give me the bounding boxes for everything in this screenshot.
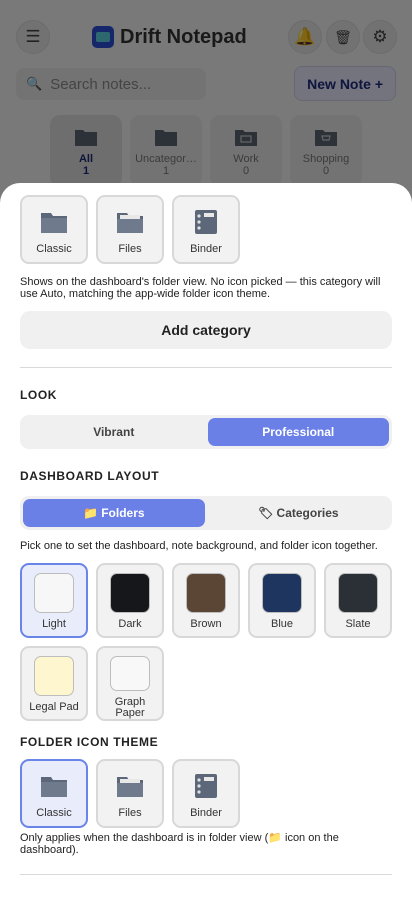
theme-option-brown[interactable]: Brown bbox=[172, 563, 240, 638]
theme-label: Dark bbox=[118, 618, 142, 630]
theme-label: Legal Pad bbox=[29, 701, 79, 713]
theme-swatch bbox=[34, 573, 74, 613]
theme-swatch bbox=[34, 656, 74, 696]
theme-option-slate[interactable]: Slate bbox=[324, 563, 392, 638]
theme-swatch bbox=[186, 573, 226, 613]
folder-icon-theme-help: Only applies when the dashboard is in fo… bbox=[20, 832, 339, 856]
theme-swatch bbox=[110, 573, 150, 613]
add-category-button[interactable]: Add category bbox=[20, 311, 392, 349]
theme-option-blue[interactable]: Blue bbox=[248, 563, 316, 638]
look-option-professional[interactable]: Professional bbox=[207, 418, 389, 446]
layout-toggle: 📁 Folders 🏷 Categories bbox=[20, 496, 392, 530]
divider bbox=[20, 874, 392, 875]
category-icon-option-binder[interactable]: Binder bbox=[172, 195, 240, 264]
divider bbox=[20, 367, 392, 368]
folder-icon-theme-files[interactable]: Files bbox=[96, 759, 164, 828]
folder-icon-theme-picker: Classic Files Binder bbox=[20, 759, 392, 828]
settings-sheet: Classic Files Binder Shows on the dashbo… bbox=[0, 183, 412, 915]
option-label: Classic bbox=[36, 243, 72, 255]
category-icon-picker: Classic Files Binder bbox=[20, 195, 392, 264]
theme-option-graph-paper[interactable]: Graph Paper bbox=[96, 646, 164, 721]
option-label: Files bbox=[118, 807, 142, 819]
theme-option-legal-pad[interactable]: Legal Pad bbox=[20, 646, 88, 721]
folder-icon-theme-title: FOLDER ICON THEME bbox=[20, 735, 159, 749]
category-icon-option-classic[interactable]: Classic bbox=[20, 195, 88, 264]
category-icon-option-files[interactable]: Files bbox=[96, 195, 164, 264]
option-label: Binder bbox=[190, 807, 222, 819]
look-option-vibrant[interactable]: Vibrant bbox=[23, 418, 205, 446]
folder-files-icon bbox=[117, 213, 143, 233]
option-label: Binder bbox=[190, 243, 222, 255]
binder-icon bbox=[195, 774, 217, 798]
category-icon-help: Shows on the dashboard's folder view. No… bbox=[20, 276, 381, 300]
layout-help: Pick one to set the dashboard, note back… bbox=[20, 540, 378, 552]
option-label: Files bbox=[118, 243, 142, 255]
theme-grid: Light Dark Brown Blue Slate Legal Pad Gr… bbox=[20, 563, 392, 721]
layout-option-folders[interactable]: 📁 Folders bbox=[23, 499, 205, 527]
folder-files-icon bbox=[117, 777, 143, 797]
theme-option-light[interactable]: Light bbox=[20, 563, 88, 638]
folder-classic-icon bbox=[41, 213, 67, 233]
folder-icon-theme-binder[interactable]: Binder bbox=[172, 759, 240, 828]
folder-icon-theme-classic[interactable]: Classic bbox=[20, 759, 88, 828]
theme-swatch bbox=[338, 573, 378, 613]
binder-icon bbox=[195, 210, 217, 234]
theme-label: Brown bbox=[190, 618, 222, 630]
look-section-title: LOOK bbox=[20, 388, 58, 402]
theme-option-dark[interactable]: Dark bbox=[96, 563, 164, 638]
theme-label: Slate bbox=[345, 618, 371, 630]
option-label: Classic bbox=[36, 807, 72, 819]
folder-classic-icon bbox=[41, 777, 67, 797]
theme-swatch bbox=[262, 573, 302, 613]
theme-label: Graph Paper bbox=[114, 696, 146, 719]
theme-swatch bbox=[110, 656, 150, 691]
look-toggle: Vibrant Professional bbox=[20, 415, 392, 449]
layout-option-categories[interactable]: 🏷 Categories bbox=[208, 499, 390, 527]
layout-section-title: DASHBOARD LAYOUT bbox=[20, 469, 160, 483]
theme-label: Blue bbox=[270, 618, 294, 630]
theme-label: Light bbox=[42, 618, 66, 630]
